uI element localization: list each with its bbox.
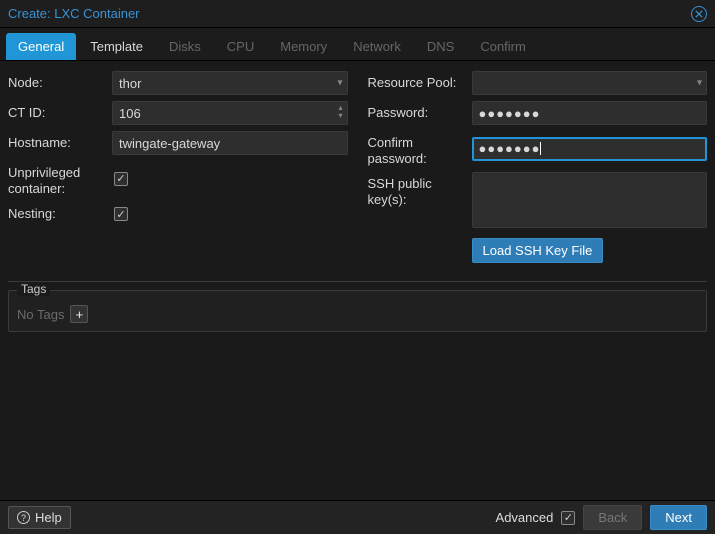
- tab-disks: Disks: [157, 33, 213, 60]
- tab-cpu: CPU: [215, 33, 266, 60]
- tags-empty-text: No Tags: [17, 307, 64, 322]
- unpriv-checkbox[interactable]: [114, 172, 128, 186]
- hostname-input[interactable]: twingate-gateway: [112, 131, 348, 155]
- node-select[interactable]: thor ▾: [112, 71, 348, 95]
- tab-template[interactable]: Template: [78, 33, 155, 60]
- advanced-checkbox[interactable]: [561, 511, 575, 525]
- password-label: Password:: [368, 105, 472, 121]
- tab-general[interactable]: General: [6, 33, 76, 60]
- ctid-value: 106: [119, 106, 141, 121]
- ctid-spinner[interactable]: 106 ▴▾: [112, 101, 348, 125]
- help-icon: ?: [17, 511, 30, 524]
- add-tag-button[interactable]: +: [70, 305, 88, 323]
- text-caret: [540, 142, 541, 155]
- load-ssh-key-button[interactable]: Load SSH Key File: [472, 238, 604, 263]
- node-label: Node:: [8, 75, 112, 91]
- tab-dns: DNS: [415, 33, 466, 60]
- divider: [8, 281, 707, 282]
- ssh-label: SSH public key(s):: [368, 172, 472, 207]
- tab-confirm: Confirm: [468, 33, 538, 60]
- next-button[interactable]: Next: [650, 505, 707, 530]
- node-value: thor: [119, 76, 141, 91]
- nesting-label: Nesting:: [8, 206, 112, 222]
- unpriv-label: Unprivileged container:: [8, 161, 112, 196]
- back-button[interactable]: Back: [583, 505, 642, 530]
- spinner-icon: ▴▾: [338, 104, 342, 120]
- wizard-tabs: General Template Disks CPU Memory Networ…: [0, 28, 715, 61]
- advanced-toggle[interactable]: Advanced: [496, 510, 576, 525]
- confirm-value: ●●●●●●●: [479, 141, 541, 156]
- confirm-password-input[interactable]: ●●●●●●●: [472, 137, 708, 161]
- help-button[interactable]: ? Help: [8, 506, 71, 529]
- tab-network: Network: [341, 33, 413, 60]
- dialog-titlebar: Create: LXC Container: [0, 0, 715, 28]
- dialog-title: Create: LXC Container: [8, 6, 140, 21]
- password-value: ●●●●●●●: [479, 106, 541, 121]
- chevron-down-icon: ▾: [697, 78, 702, 89]
- help-label: Help: [35, 510, 62, 525]
- dialog-footer: ? Help Advanced Back Next: [0, 500, 715, 534]
- tags-fieldset: Tags No Tags +: [8, 290, 707, 332]
- ssh-key-textarea[interactable]: [472, 172, 708, 228]
- nesting-checkbox[interactable]: [114, 207, 128, 221]
- close-icon[interactable]: [691, 6, 707, 22]
- pool-label: Resource Pool:: [368, 75, 472, 91]
- advanced-label: Advanced: [496, 510, 554, 525]
- tab-memory: Memory: [268, 33, 339, 60]
- pool-select[interactable]: ▾: [472, 71, 708, 95]
- hostname-value: twingate-gateway: [119, 136, 220, 151]
- ctid-label: CT ID:: [8, 105, 112, 121]
- chevron-down-icon: ▾: [337, 78, 342, 89]
- confirm-label: Confirm password:: [368, 131, 472, 166]
- tags-legend: Tags: [17, 282, 50, 296]
- password-input[interactable]: ●●●●●●●: [472, 101, 708, 125]
- hostname-label: Hostname:: [8, 135, 112, 151]
